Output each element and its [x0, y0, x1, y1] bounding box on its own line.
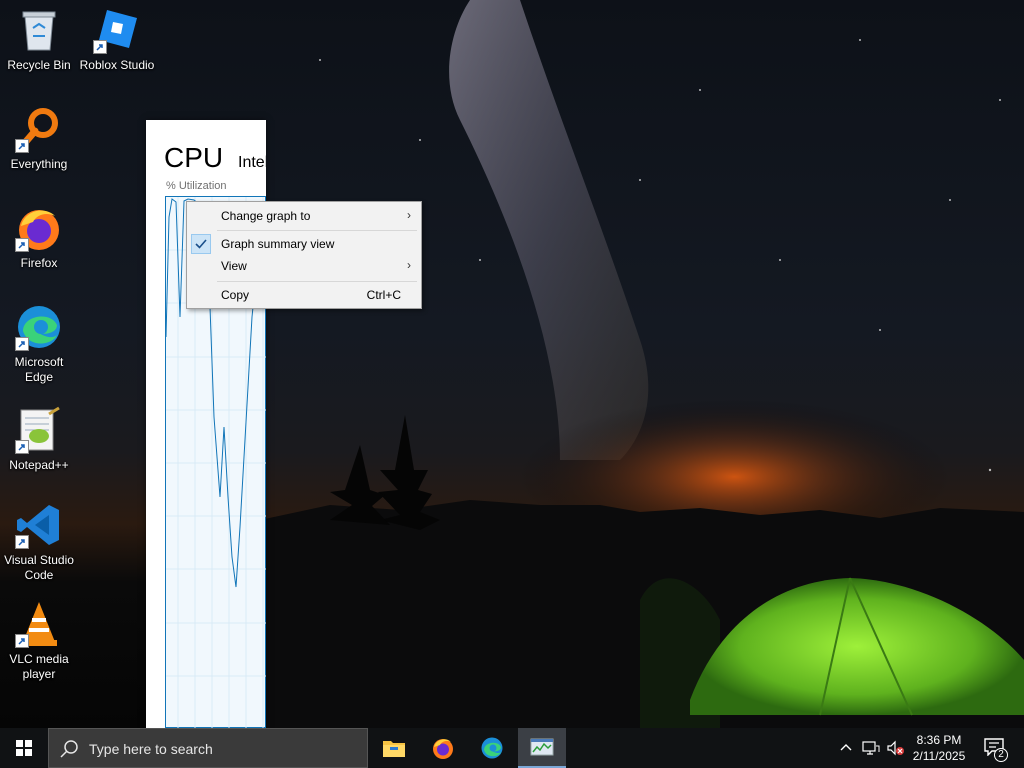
menu-item-view[interactable]: View › [189, 255, 419, 277]
shortcut-arrow-icon [15, 238, 29, 252]
shortcut-arrow-icon [15, 634, 29, 648]
menu-item-shortcut: Ctrl+C [366, 288, 401, 302]
desktop-icon-roblox-studio[interactable]: Roblox Studio [78, 6, 156, 73]
start-button[interactable] [0, 728, 48, 768]
shortcut-arrow-icon [15, 337, 29, 351]
action-center-button[interactable]: 2 [978, 728, 1014, 768]
taskbar-search-box[interactable]: Type here to search [48, 728, 368, 768]
vlc-icon [15, 600, 63, 648]
system-clock[interactable]: 8:36 PM 2/11/2025 [906, 732, 972, 764]
shortcut-arrow-icon [15, 535, 29, 549]
network-icon[interactable] [862, 740, 880, 756]
task-manager-icon [530, 738, 554, 756]
desktop-icon-label: VLC media player [9, 652, 69, 681]
search-placeholder: Type here to search [89, 741, 213, 757]
desktop-icon-label: Everything [10, 157, 68, 171]
chevron-right-icon: › [407, 258, 411, 272]
roblox-studio-icon [93, 6, 141, 54]
shortcut-arrow-icon [15, 440, 29, 454]
chevron-up-icon[interactable] [838, 740, 854, 756]
notification-count-badge: 2 [994, 748, 1008, 762]
menu-separator [217, 281, 417, 282]
everything-search-icon [15, 105, 63, 153]
windows-logo-icon [16, 740, 32, 756]
vscode-icon [15, 501, 63, 549]
taskbar-firefox[interactable] [419, 728, 467, 768]
clock-time: 8:36 PM [916, 733, 962, 747]
notepadpp-icon [15, 406, 63, 454]
checkmark-icon [191, 234, 211, 254]
desktop-icon-label: Roblox Studio [79, 58, 155, 72]
firefox-icon [433, 739, 453, 759]
desktop-icon-vlc[interactable]: VLC media player [0, 600, 78, 682]
menu-item-label: Copy [221, 288, 250, 302]
taskbar: Type here to search 8:36 PM 2/11/2025 2 [0, 728, 1024, 768]
desktop-icon-vscode[interactable]: Visual Studio Code [0, 501, 78, 583]
menu-item-copy[interactable]: Copy Ctrl+C [189, 284, 419, 306]
clock-date: 2/11/2025 [912, 749, 966, 763]
taskbar-file-explorer[interactable] [370, 728, 418, 768]
menu-item-label: View [221, 259, 247, 273]
desktop-icon-everything[interactable]: Everything [0, 105, 78, 172]
graph-context-menu: Change graph to › Graph summary view Vie… [186, 201, 422, 309]
utilization-label: % Utilization [166, 180, 227, 192]
search-icon [60, 740, 78, 758]
file-explorer-icon [383, 741, 405, 757]
desktop-icon-firefox[interactable]: Firefox [0, 204, 78, 271]
taskbar-edge[interactable] [468, 728, 516, 768]
edge-icon [481, 737, 503, 759]
menu-item-graph-summary-view[interactable]: Graph summary view [189, 233, 419, 255]
desktop-icon-microsoft-edge[interactable]: Microsoft Edge [0, 303, 78, 385]
volume-muted-icon[interactable] [886, 740, 904, 756]
desktop-icon-label: Visual Studio Code [4, 553, 74, 582]
desktop-icon-recycle-bin[interactable]: Recycle Bin [0, 6, 78, 73]
cpu-section-title: CPU [164, 142, 224, 173]
shortcut-arrow-icon [15, 139, 29, 153]
desktop-icon-label: Notepad++ [9, 458, 69, 472]
desktop-icon-label: Recycle Bin [7, 58, 71, 72]
firefox-icon [15, 204, 63, 252]
edge-icon [15, 303, 63, 351]
taskbar-task-manager[interactable] [518, 728, 566, 768]
cpu-model-name: Intel [238, 154, 266, 171]
chevron-right-icon: › [407, 208, 411, 222]
menu-item-label: Graph summary view [221, 237, 335, 251]
shortcut-arrow-icon [93, 40, 107, 54]
menu-item-label: Change graph to [221, 209, 311, 223]
recycle-bin-icon [15, 6, 63, 54]
menu-separator [217, 230, 417, 231]
desktop-icon-label: Microsoft Edge [14, 355, 64, 384]
desktop-icon-label: Firefox [20, 256, 58, 270]
desktop-icon-notepadpp[interactable]: Notepad++ [0, 406, 78, 473]
menu-item-change-graph-to[interactable]: Change graph to › [189, 205, 419, 227]
